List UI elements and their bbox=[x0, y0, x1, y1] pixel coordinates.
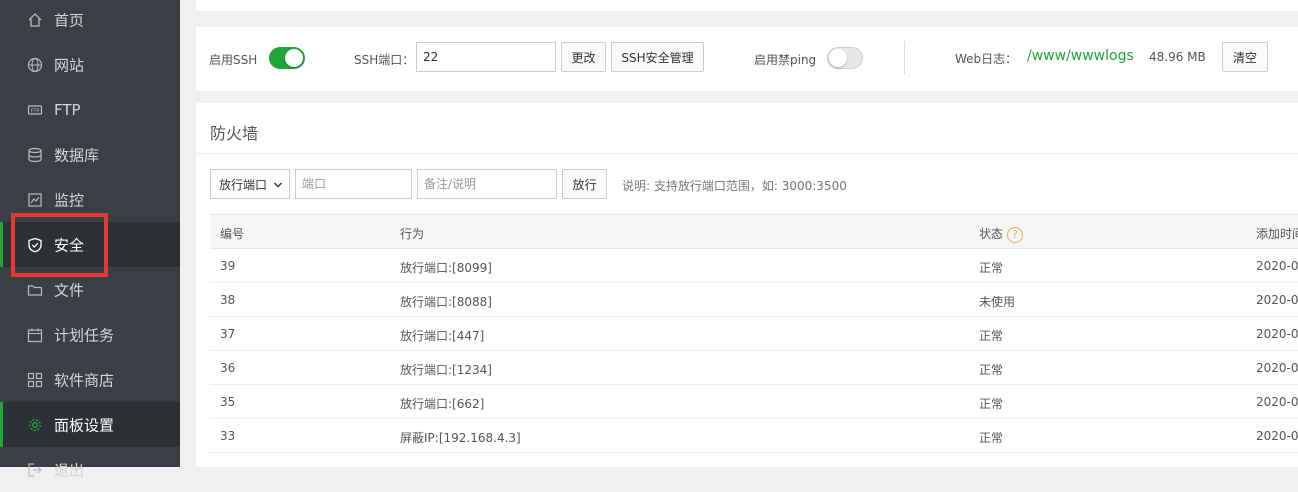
ping-label: 启用禁ping bbox=[754, 53, 817, 67]
sidebar-item-label: 首页 bbox=[54, 11, 85, 29]
cell-id: 36 bbox=[220, 361, 236, 375]
sidebar-item-label: 数据库 bbox=[54, 146, 100, 164]
ftp-icon: FTP bbox=[27, 102, 43, 118]
cell-status: 正常 bbox=[979, 329, 1004, 343]
annotation-highlight-box bbox=[11, 213, 108, 277]
ssh-settings-card: 启用SSH SSH端口： 更改 SSH安全管理 启用禁ping Web日志： /… bbox=[196, 27, 1298, 91]
sidebar-item-label: 网站 bbox=[54, 56, 85, 74]
toggle-knob bbox=[285, 49, 303, 67]
ping-toggle[interactable] bbox=[827, 47, 863, 69]
sidebar-item-panel-settings[interactable]: 面板设置 bbox=[0, 402, 180, 447]
toggle-knob bbox=[829, 49, 847, 67]
cell-status: 正常 bbox=[979, 363, 1004, 377]
calendar-icon bbox=[27, 327, 43, 343]
sidebar-item-store[interactable]: 软件商店 bbox=[0, 357, 180, 402]
gear-icon bbox=[27, 417, 43, 433]
sidebar-item-websites[interactable]: 网站 bbox=[0, 42, 180, 87]
divider bbox=[904, 41, 905, 74]
column-header-action: 行为 bbox=[400, 227, 425, 241]
column-header-added: 添加时间 bbox=[1256, 227, 1298, 241]
ssh-enable-label: 启用SSH bbox=[209, 53, 258, 67]
sidebar-item-label: FTP bbox=[54, 100, 81, 119]
port-input[interactable] bbox=[295, 169, 412, 199]
cell-added: 2020-0 bbox=[1256, 395, 1298, 409]
weblog-size: 48.96 MB bbox=[1149, 50, 1206, 64]
grid-icon bbox=[27, 372, 43, 388]
weblog-label: Web日志： bbox=[955, 52, 1018, 66]
cell-status: 正常 bbox=[979, 431, 1004, 445]
column-header-status: 状态? bbox=[979, 225, 1024, 243]
sidebar-item-label: 文件 bbox=[54, 281, 85, 299]
weblog-path-link[interactable]: /www/wwwlogs bbox=[1027, 48, 1134, 64]
hint-text: 说明: 支持放行端口范围，如: 3000:3500 bbox=[622, 179, 847, 193]
chevron-down-icon bbox=[273, 179, 283, 193]
home-icon bbox=[27, 12, 43, 28]
cell-status: 正常 bbox=[979, 397, 1004, 411]
allow-button[interactable]: 放行 bbox=[562, 169, 607, 199]
cell-id: 37 bbox=[220, 327, 236, 341]
cell-added: 2020-0 bbox=[1256, 327, 1298, 341]
table-row: 39 放行端口:[8099] 正常 2020-0 bbox=[210, 249, 1298, 283]
monitor-icon bbox=[27, 192, 43, 208]
cell-added: 2020-0 bbox=[1256, 293, 1298, 307]
help-icon[interactable]: ? bbox=[1007, 226, 1024, 243]
ssh-port-label: SSH端口： bbox=[354, 53, 415, 67]
table-row: 33 屏蔽IP:[192.168.4.3] 正常 2020-0 bbox=[210, 419, 1298, 453]
cell-action: 放行端口:[662] bbox=[400, 397, 485, 411]
sidebar-item-logout[interactable]: 退出 bbox=[0, 447, 180, 492]
cell-status: 正常 bbox=[979, 261, 1004, 275]
globe-icon bbox=[27, 57, 43, 73]
firewall-title: 防火墙 bbox=[210, 124, 259, 143]
sidebar-item-home[interactable]: 首页 bbox=[0, 0, 180, 42]
sidebar-item-cron[interactable]: 计划任务 bbox=[0, 312, 180, 357]
clear-logs-button[interactable]: 清空 bbox=[1222, 42, 1268, 72]
table-row: 38 放行端口:[8088] 未使用 2020-0 bbox=[210, 283, 1298, 317]
sidebar: 首页 网站 FTP FTP 数据库 监控 安全 文件 计划任务 软件商店 面板设… bbox=[0, 0, 180, 479]
logout-icon bbox=[27, 462, 43, 478]
ssh-toggle[interactable] bbox=[269, 47, 305, 69]
ssh-manage-button[interactable]: SSH安全管理 bbox=[611, 42, 704, 72]
column-header-id: 编号 bbox=[220, 227, 245, 241]
top-card bbox=[196, 0, 1298, 11]
table-row: 36 放行端口:[1234] 正常 2020-0 bbox=[210, 351, 1298, 385]
firewall-card: 防火墙 放行端口 放行 说明: 支持放行端口范围，如: 3000:3500 编号… bbox=[196, 103, 1298, 467]
change-port-button[interactable]: 更改 bbox=[561, 42, 606, 72]
cell-action: 放行端口:[8088] bbox=[400, 295, 492, 309]
folder-icon bbox=[27, 282, 43, 298]
sidebar-item-label: 退出 bbox=[54, 461, 85, 479]
sidebar-item-ftp[interactable]: FTP FTP bbox=[0, 87, 180, 132]
table-header: 编号 行为 状态? 添加时间 bbox=[210, 214, 1298, 249]
select-value: 放行端口 bbox=[219, 177, 268, 192]
cell-id: 38 bbox=[220, 293, 236, 307]
cell-added: 2020-0 bbox=[1256, 259, 1298, 273]
divider bbox=[196, 153, 1298, 154]
cell-action: 放行端口:[8099] bbox=[400, 261, 492, 275]
sidebar-item-label: 软件商店 bbox=[54, 371, 115, 389]
database-icon bbox=[27, 147, 43, 163]
cell-id: 35 bbox=[220, 395, 236, 409]
cell-action: 屏蔽IP:[192.168.4.3] bbox=[400, 431, 521, 445]
cell-added: 2020-0 bbox=[1256, 361, 1298, 375]
table-row: 35 放行端口:[662] 正常 2020-0 bbox=[210, 385, 1298, 419]
cell-id: 39 bbox=[220, 259, 236, 273]
column-header-status-label: 状态 bbox=[979, 227, 1004, 241]
sidebar-item-label: 监控 bbox=[54, 191, 85, 209]
sidebar-item-database[interactable]: 数据库 bbox=[0, 132, 180, 177]
cell-status: 未使用 bbox=[979, 295, 1016, 309]
cell-action: 放行端口:[447] bbox=[400, 329, 485, 343]
rule-type-select[interactable]: 放行端口 bbox=[210, 169, 290, 199]
cell-action: 放行端口:[1234] bbox=[400, 363, 492, 377]
ssh-port-input[interactable] bbox=[416, 42, 556, 72]
svg-text:FTP: FTP bbox=[31, 108, 40, 114]
sidebar-item-label: 面板设置 bbox=[54, 416, 115, 434]
note-input[interactable] bbox=[417, 169, 557, 199]
table-row: 37 放行端口:[447] 正常 2020-0 bbox=[210, 317, 1298, 351]
cell-added: 2020-0 bbox=[1256, 429, 1298, 443]
cell-id: 33 bbox=[220, 429, 236, 443]
sidebar-item-label: 计划任务 bbox=[54, 326, 115, 344]
